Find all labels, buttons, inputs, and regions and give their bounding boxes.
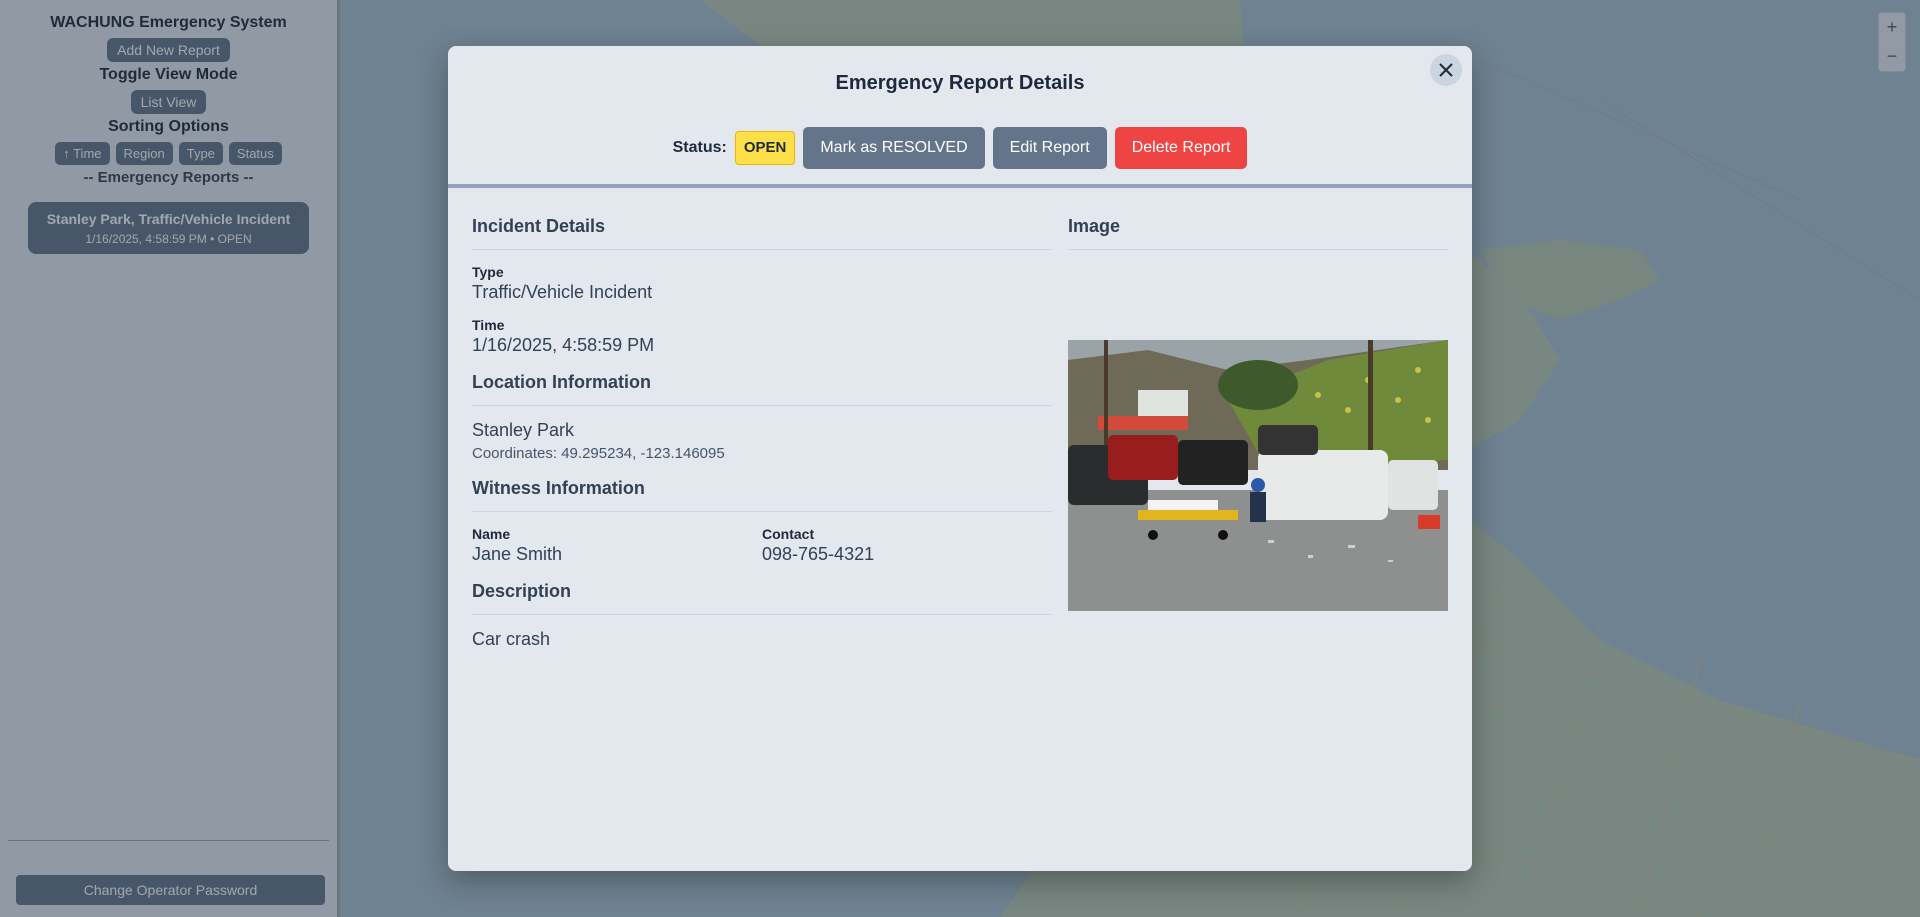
- status-label: Status:: [672, 139, 727, 156]
- edit-report-button[interactable]: Edit Report: [992, 127, 1107, 169]
- image-heading: Image: [1068, 216, 1448, 250]
- witness-fields: Name Jane Smith Contact 098-765-4321: [472, 512, 1052, 565]
- witness-heading: Witness Information: [472, 478, 1052, 512]
- modal-header: Emergency Report Details Status: OPEN Ma…: [448, 46, 1472, 188]
- witness-contact-field: Contact 098-765-4321: [762, 512, 1052, 565]
- modal-title: Emergency Report Details: [835, 72, 1085, 94]
- report-details-modal: Emergency Report Details Status: OPEN Ma…: [448, 46, 1472, 871]
- incident-photo: [1068, 340, 1448, 611]
- witness-name-label: Name: [472, 526, 511, 542]
- witness-name-value: Jane Smith: [472, 544, 563, 564]
- type-value: Traffic/Vehicle Incident: [472, 282, 653, 302]
- mark-resolved-button[interactable]: Mark as RESOLVED: [803, 127, 985, 169]
- close-icon: [1439, 63, 1453, 77]
- modal-body: Incident Details Type Traffic/Vehicle In…: [472, 216, 1448, 871]
- type-label: Type: [472, 264, 504, 280]
- time-label: Time: [472, 317, 505, 333]
- image-column: Image: [1068, 216, 1448, 611]
- witness-contact-label: Contact: [762, 526, 815, 542]
- status-badge: OPEN: [734, 131, 796, 165]
- description-text: Car crash: [472, 629, 551, 649]
- witness-name-field: Name Jane Smith: [472, 512, 762, 565]
- details-column: Incident Details Type Traffic/Vehicle In…: [472, 216, 1052, 650]
- delete-report-button[interactable]: Delete Report: [1114, 127, 1248, 169]
- location-coordinates: Coordinates: 49.295234, -123.146095: [472, 445, 725, 462]
- location-name: Stanley Park: [472, 420, 575, 440]
- location-heading: Location Information: [472, 372, 1052, 406]
- description-heading: Description: [472, 581, 1052, 615]
- close-button[interactable]: [1430, 54, 1462, 86]
- time-value: 1/16/2025, 4:58:59 PM: [472, 335, 655, 355]
- witness-contact-value: 098-765-4321: [762, 544, 875, 564]
- incident-details-heading: Incident Details: [472, 216, 1052, 250]
- status-row: Status: OPEN Mark as RESOLVED Edit Repor…: [448, 127, 1472, 169]
